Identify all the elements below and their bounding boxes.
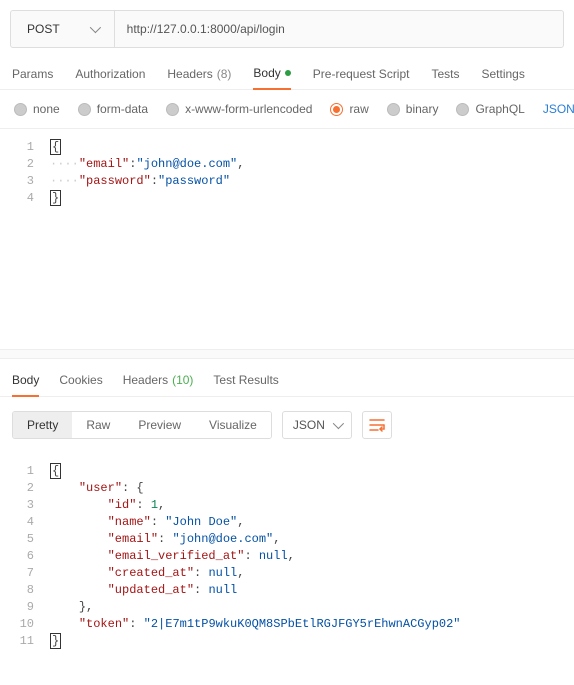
view-raw[interactable]: Raw bbox=[72, 412, 124, 438]
body-type-none[interactable]: none bbox=[14, 102, 60, 116]
wrap-lines-icon bbox=[369, 418, 385, 432]
tab-body[interactable]: Body bbox=[253, 66, 290, 90]
request-body-editor[interactable]: 1 { 2 ····"email":"john@doe.com", 3 ····… bbox=[0, 129, 574, 349]
tab-headers[interactable]: Headers (8) bbox=[167, 66, 231, 89]
tab-tests[interactable]: Tests bbox=[431, 66, 459, 89]
view-mode-segment: Pretty Raw Preview Visualize bbox=[12, 411, 272, 439]
response-tabs: Body Cookies Headers (10) Test Results bbox=[0, 367, 574, 397]
view-visualize[interactable]: Visualize bbox=[195, 412, 271, 438]
radio-icon bbox=[166, 103, 179, 116]
response-section: Body Cookies Headers (10) Test Results P… bbox=[0, 359, 574, 660]
body-type-binary[interactable]: binary bbox=[387, 102, 439, 116]
tab-prerequest[interactable]: Pre-request Script bbox=[313, 66, 410, 89]
chevron-down-icon bbox=[333, 418, 344, 429]
radio-icon bbox=[387, 103, 400, 116]
wrap-lines-button[interactable] bbox=[362, 411, 392, 439]
request-bar: POST bbox=[10, 10, 564, 48]
radio-icon bbox=[456, 103, 469, 116]
body-type-selector: none form-data x-www-form-urlencoded raw… bbox=[0, 90, 574, 129]
radio-icon bbox=[14, 103, 27, 116]
body-format-json[interactable]: JSON bbox=[543, 102, 574, 116]
resp-headers-count: (10) bbox=[172, 373, 193, 388]
tab-authorization[interactable]: Authorization bbox=[75, 66, 145, 89]
body-type-raw[interactable]: raw bbox=[330, 102, 368, 116]
tab-params[interactable]: Params bbox=[12, 66, 53, 89]
response-body-viewer[interactable]: 1{ 2 "user": { 3 "id": 1, 4 "name": "Joh… bbox=[0, 453, 574, 660]
body-modified-dot-icon bbox=[285, 70, 291, 76]
request-section-tabs: Params Authorization Headers (8) Body Pr… bbox=[0, 58, 574, 90]
view-preview[interactable]: Preview bbox=[124, 412, 195, 438]
body-type-form-data[interactable]: form-data bbox=[78, 102, 148, 116]
resp-tab-cookies[interactable]: Cookies bbox=[59, 373, 102, 396]
body-type-graphql[interactable]: GraphQL bbox=[456, 102, 524, 116]
view-pretty[interactable]: Pretty bbox=[13, 412, 72, 438]
resp-tab-headers[interactable]: Headers (10) bbox=[123, 373, 194, 396]
divider bbox=[0, 349, 574, 359]
response-format-select[interactable]: JSON bbox=[282, 411, 352, 439]
tab-settings[interactable]: Settings bbox=[482, 66, 525, 89]
radio-icon bbox=[330, 103, 343, 116]
body-type-xwww[interactable]: x-www-form-urlencoded bbox=[166, 102, 312, 116]
url-input[interactable] bbox=[115, 11, 563, 47]
radio-icon bbox=[78, 103, 91, 116]
resp-tab-testresults[interactable]: Test Results bbox=[213, 373, 278, 396]
method-label: POST bbox=[27, 22, 60, 36]
view-controls: Pretty Raw Preview Visualize JSON bbox=[0, 397, 574, 453]
chevron-down-icon bbox=[89, 22, 100, 33]
method-select[interactable]: POST bbox=[11, 11, 115, 47]
headers-count: (8) bbox=[217, 67, 232, 81]
resp-tab-body[interactable]: Body bbox=[12, 373, 39, 397]
